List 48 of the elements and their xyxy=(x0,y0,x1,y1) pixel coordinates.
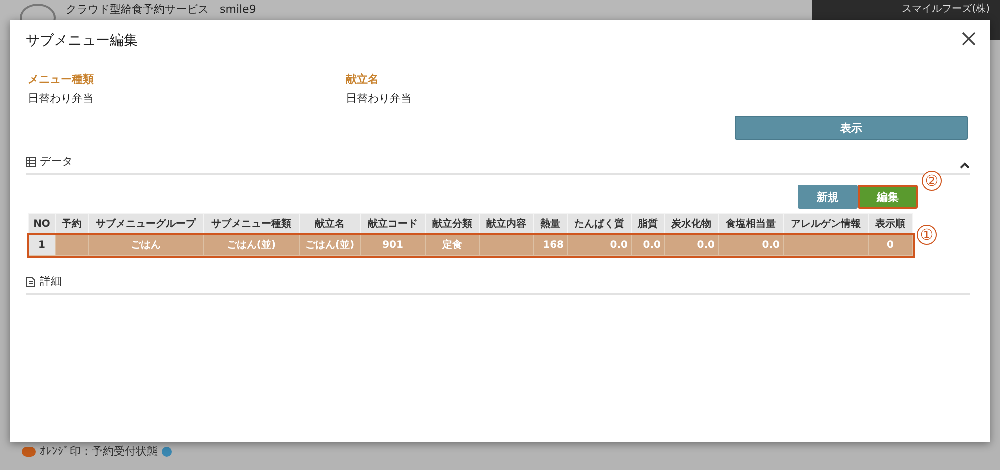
column-header: NO xyxy=(28,214,56,234)
table-icon xyxy=(26,156,36,166)
column-header: 脂質 xyxy=(632,214,664,234)
table-cell: 1 xyxy=(28,234,56,256)
column-header: 熱量 xyxy=(534,214,568,234)
dialog-title: サブメニュー編集 xyxy=(26,32,139,50)
table-row[interactable]: 1 ごはん ごはん(並) ごはん(並) 901 定食 168 0.0 0.0 0.0 0.0 0 xyxy=(28,234,912,256)
field-value: 日替わり弁当 xyxy=(346,91,413,106)
field-value: 日替わり弁当 xyxy=(28,91,95,106)
table-cell: 0.0 xyxy=(664,234,718,256)
table-cell: 168 xyxy=(534,234,568,256)
app-title: クラウド型給食予約サービス smile9 xyxy=(66,3,258,16)
column-header: 予約 xyxy=(56,214,88,234)
column-header: 献立内容 xyxy=(480,214,534,234)
table-cell xyxy=(480,234,534,256)
edit-button[interactable]: 編集 xyxy=(858,185,918,209)
column-header: 炭水化物 xyxy=(664,214,718,234)
document-icon xyxy=(26,276,36,286)
table-cell: 定食 xyxy=(426,234,480,256)
field-label: メニュー種類 xyxy=(28,72,95,87)
section-title: データ xyxy=(40,154,74,169)
column-header: たんぱく質 xyxy=(568,214,632,234)
legend-text: ｵﾚﾝｼﾞ印：予約受付状態 xyxy=(40,444,158,459)
table-cell: ごはん xyxy=(88,234,204,256)
table-cell: 901 xyxy=(360,234,426,256)
table-cell: 0.0 xyxy=(632,234,664,256)
table-cell: 0 xyxy=(868,234,912,256)
section-title: 詳細 xyxy=(40,274,63,289)
new-button[interactable]: 新規 xyxy=(798,185,858,209)
callout-number: ① xyxy=(917,224,937,244)
column-header: アレルゲン情報 xyxy=(784,214,868,234)
table-cell: ごはん(並) xyxy=(300,234,360,256)
table-cell: ごはん(並) xyxy=(204,234,300,256)
show-button[interactable]: 表示 xyxy=(735,116,968,140)
column-header: 食塩相当量 xyxy=(718,214,784,234)
column-header: 表示順 xyxy=(868,214,912,234)
field-label: 献立名 xyxy=(346,72,380,87)
table-cell: 0.0 xyxy=(718,234,784,256)
column-header: サブメニューグループ xyxy=(88,214,204,234)
status-mark-icon xyxy=(22,446,36,456)
close-button[interactable] xyxy=(960,30,978,48)
column-header: 献立コード xyxy=(360,214,426,234)
column-header: サブメニュー種類 xyxy=(204,214,300,234)
table-cell xyxy=(56,234,88,256)
column-header: 献立分類 xyxy=(426,214,480,234)
column-header: 献立名 xyxy=(300,214,360,234)
table-cell: 0.0 xyxy=(568,234,632,256)
callout-number: ② xyxy=(922,171,942,191)
